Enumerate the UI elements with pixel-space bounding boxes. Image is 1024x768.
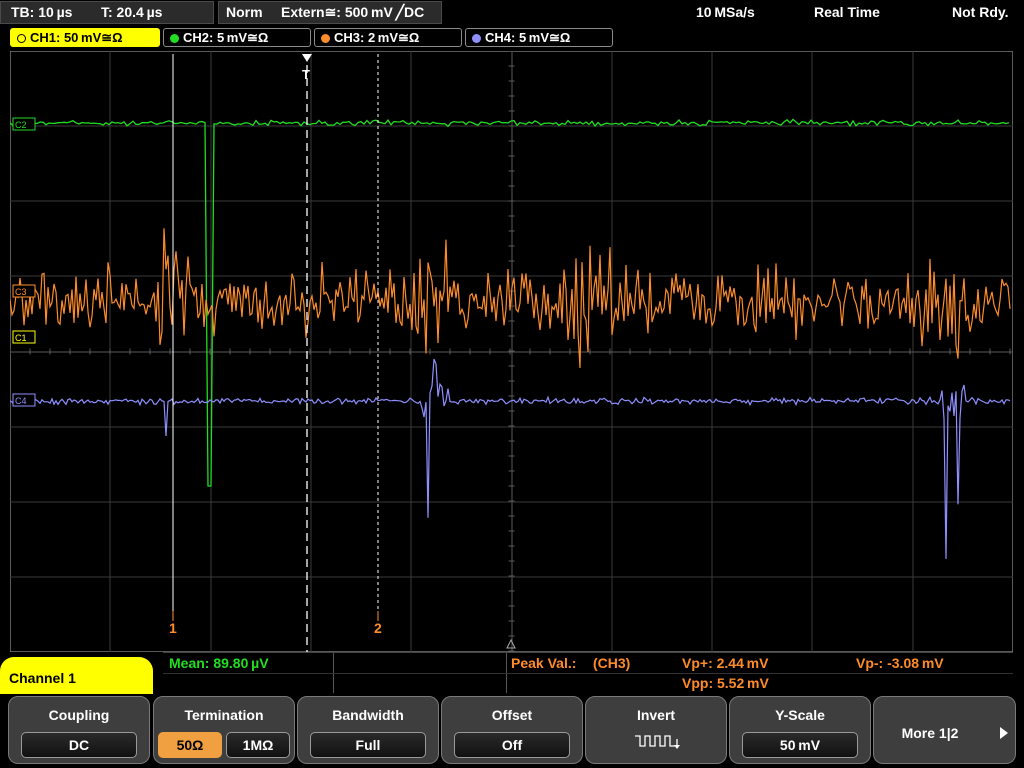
trigger-source: Extern≅: 500 mV ╱DC [281,4,425,20]
yscale-title: Y-Scale [775,707,825,723]
peak-label: Peak Val.: [511,655,577,671]
tab-ch2[interactable]: CH2: 5 mV≅Ω [163,28,311,47]
termination-1mohm-option[interactable]: 1MΩ [226,732,290,758]
ch3-marker-label: C3 [15,287,27,297]
ch1-marker-label: C1 [15,333,27,343]
more-softkey[interactable]: More 1|2 [873,696,1016,764]
tab-ch3[interactable]: CH3: 2 mV≅Ω [314,28,462,47]
trigger-status: Not Rdy. [952,4,1009,20]
trigger-mode: Norm [226,4,263,20]
trigger-marker: T [302,67,310,82]
sample-rate: 10 MSa/s [696,4,755,20]
meas-divider [163,673,1013,674]
offset-title: Offset [491,707,533,723]
ch1-dot-icon [17,34,26,43]
vpp-measurement: Vpp: 5.52 mV [682,675,769,691]
menu-title-text: Channel 1 [9,670,76,686]
cursor-2-label: 2 [374,620,382,636]
play-arrow-icon [1000,727,1008,739]
tab-ch1[interactable]: CH1: 50 mV≅Ω [10,28,160,47]
ch2-ground-marker[interactable]: C2 [12,117,36,131]
ch2-dot-icon [170,34,179,43]
coupling-value[interactable]: DC [21,732,137,758]
offset-softkey[interactable]: Offset Off [441,696,583,764]
termination-title: Termination [184,707,264,723]
vp-plus-measurement: Vp+: 2.44 mV [682,655,769,671]
mean-measurement: Mean: 89.80 µV [169,655,269,671]
offset-value[interactable]: Off [454,732,570,758]
status-bar: TB: 10 µs T: 20.4 µs Norm Extern≅: 500 m… [0,0,1024,26]
termination-50ohm-option[interactable]: 50Ω [158,732,222,758]
cursor-1-label: 1 [169,620,177,636]
bandwidth-title: Bandwidth [332,707,404,723]
timebase-box[interactable]: TB: 10 µs T: 20.4 µs [0,1,214,24]
peak-source: (CH3) [593,655,631,671]
coupling-title: Coupling [48,707,110,723]
ch4-marker-label: C4 [15,396,27,406]
timebase-value: TB: 10 µs [11,4,73,20]
ch3-dot-icon [321,34,330,43]
invert-softkey[interactable]: Invert [585,696,727,764]
yscale-value[interactable]: 50 mV [742,732,858,758]
softkey-bar: Coupling DC Termination 50Ω 1MΩ Bandwidt… [0,694,1024,768]
waveform-display[interactable]: 1 2 T C2 C3 C1 C4 [10,51,1013,652]
bandwidth-value[interactable]: Full [310,732,426,758]
coupling-softkey[interactable]: Coupling DC [8,696,150,764]
ch2-marker-label: C2 [15,120,27,130]
ch4-label: CH4: 5 mV≅Ω [485,30,571,45]
measurement-panel: Mean: 89.80 µV Peak Val.: (CH3) Vp+: 2.4… [163,652,1013,693]
bandwidth-softkey[interactable]: Bandwidth Full [297,696,439,764]
termination-softkey[interactable]: Termination 50Ω 1MΩ [153,696,295,764]
acquisition-mode: Real Time [814,4,880,20]
tab-ch4[interactable]: CH4: 5 mV≅Ω [465,28,613,47]
trigger-position-value: T: 20.4 µs [101,4,163,20]
ch3-label: CH3: 2 mV≅Ω [334,30,420,45]
invert-waveform-icon [635,735,680,749]
ch1-label: CH1: 50 mV≅Ω [30,30,123,45]
ch4-dot-icon [472,34,481,43]
more-label: More 1|2 [901,725,959,741]
yscale-softkey[interactable]: Y-Scale 50 mV [729,696,871,764]
invert-title: Invert [636,707,676,723]
ch2-label: CH2: 5 mV≅Ω [183,30,269,45]
ch4-ground-marker[interactable]: C4 [12,393,36,407]
ch3-ground-marker[interactable]: C3 [12,284,36,298]
trigger-box[interactable]: Norm Extern≅: 500 mV ╱DC [218,1,442,24]
vp-minus-measurement: Vp-: -3.08 mV [856,655,944,671]
ch1-ground-marker[interactable]: C1 [12,330,36,344]
